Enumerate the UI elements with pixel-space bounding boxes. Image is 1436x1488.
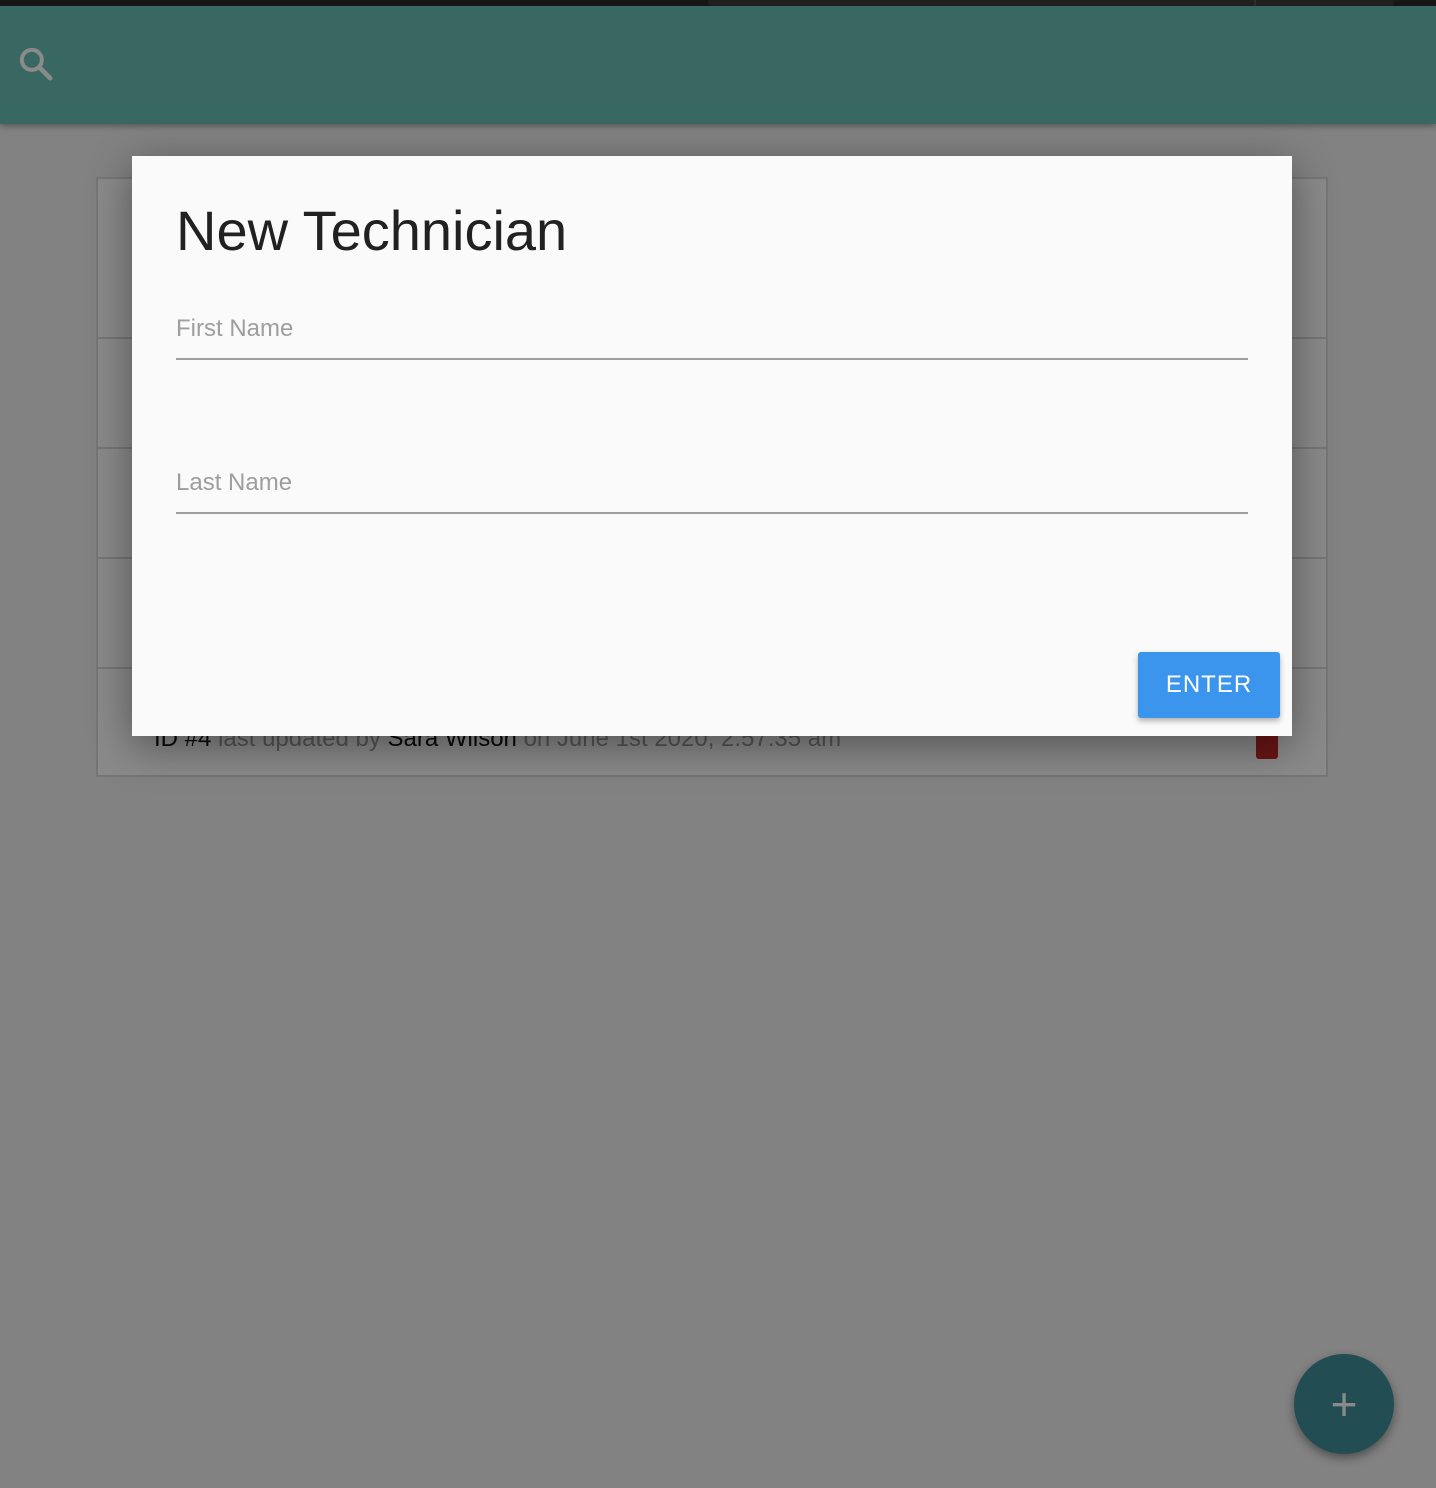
app-window: ID #4 last updated by Sara Wilson on Jun… (0, 0, 1436, 1488)
enter-button[interactable]: ENTER (1138, 652, 1280, 718)
dialog-title: New Technician (176, 199, 568, 262)
last-name-field (176, 454, 1248, 514)
first-name-field (176, 300, 1248, 360)
first-name-input[interactable] (176, 300, 1248, 358)
new-technician-dialog: New Technician ENTER (132, 156, 1292, 736)
last-name-input[interactable] (176, 454, 1248, 512)
